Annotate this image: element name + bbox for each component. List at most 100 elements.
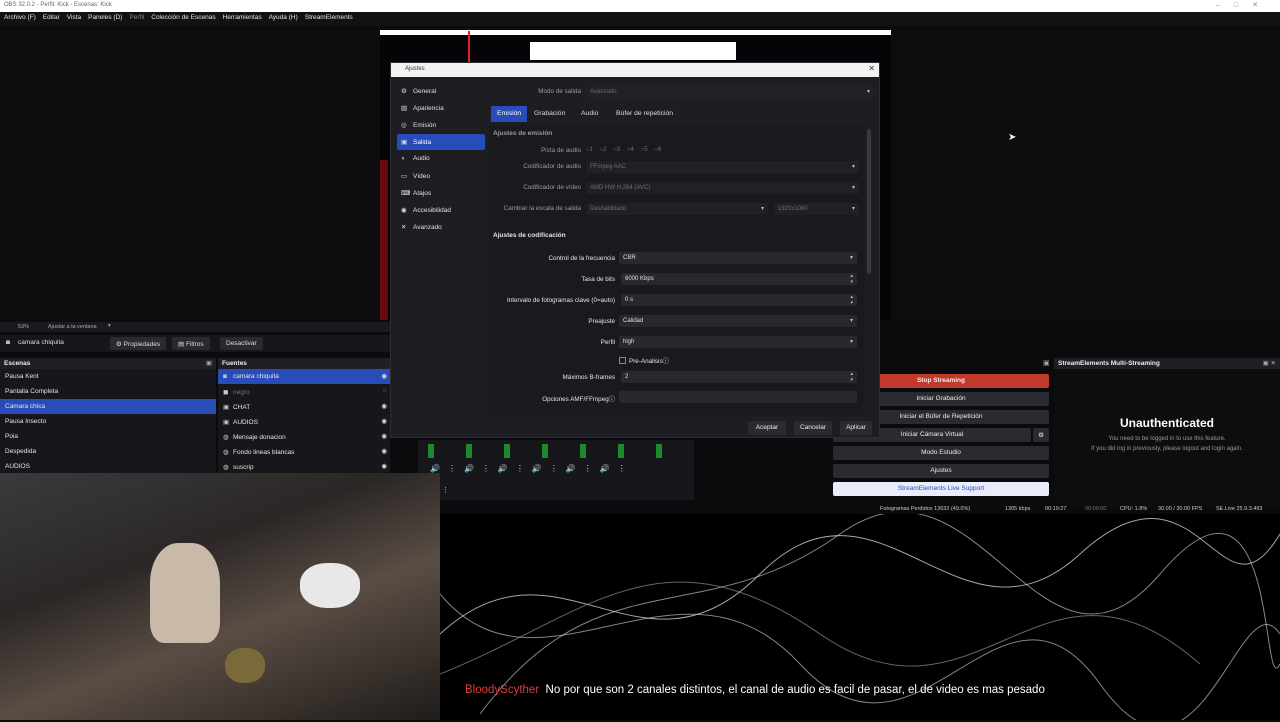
close-icon[interactable]: ✕: [868, 64, 875, 73]
bitrate-spinbox[interactable]: 6000 Kbps ▴ ▾: [621, 273, 857, 285]
scene-item[interactable]: Pausa Kent: [0, 369, 216, 384]
track-4: 4: [630, 147, 634, 153]
keyframe-spinbox[interactable]: 0 s ▴ ▾: [621, 294, 857, 306]
nav-atajos[interactable]: ⌨ Atajos: [397, 185, 485, 201]
menu-herramientas[interactable]: Herramientas: [219, 12, 265, 21]
studio-mode-button[interactable]: Modo Estudio: [833, 446, 1049, 460]
tab-grabacion[interactable]: Grabación: [528, 106, 571, 122]
properties-button[interactable]: ⚙ Propiedades: [110, 337, 167, 350]
scene-item[interactable]: Pantalla Completa: [0, 384, 216, 399]
source-item[interactable]: ▣ AUDIOS ◉: [218, 414, 390, 429]
tab-replay-buffer[interactable]: Búfer de repetición: [610, 106, 679, 122]
filters-button[interactable]: ▤ Filtros: [172, 337, 210, 350]
accept-button[interactable]: Aceptar: [748, 421, 786, 435]
eye-icon[interactable]: ◉: [381, 462, 387, 470]
nav-label: Audio: [413, 155, 430, 162]
spinner-arrows-icon[interactable]: ▴ ▾: [850, 294, 853, 306]
window-controls[interactable]: –□✕: [1216, 1, 1272, 9]
nav-apariencia[interactable]: ▧ Apariencia: [397, 100, 485, 116]
menu-editar[interactable]: Editar: [39, 12, 63, 21]
eye-icon[interactable]: ◉: [381, 372, 387, 380]
scrollbar[interactable]: [867, 129, 871, 274]
help-icon[interactable]: ⓘ: [609, 396, 615, 403]
dialog-titlebar: Ajustes ✕: [391, 63, 879, 77]
bframes-spinbox[interactable]: 2 ▴ ▾: [621, 371, 857, 383]
mixer-speaker-icons[interactable]: 🔊⋮🔊⋮🔊⋮🔊⋮🔊⋮🔊⋮: [430, 464, 634, 473]
nav-salida[interactable]: ▣ Salida: [397, 134, 485, 150]
nav-general[interactable]: ⚙ General: [397, 83, 485, 99]
sources-dock: Fuentes ◙ camara chiquita ◉ ◼ negro ◌ ▣ CHAT ◉…: [218, 358, 390, 473]
profile-select[interactable]: high ▾: [619, 336, 857, 348]
nav-avanzado[interactable]: ✕ Avanzado: [397, 219, 485, 235]
se-support-button[interactable]: StreamElements Live Support: [833, 482, 1049, 496]
menu-ayuda[interactable]: Ayuda (H): [265, 12, 301, 21]
source-item[interactable]: ◍ Mensaje donacion ◉: [218, 429, 390, 444]
tab-emision[interactable]: Emisión: [491, 106, 528, 122]
menu-vista[interactable]: Vista: [63, 12, 84, 21]
nav-accesibilidad[interactable]: ◉ Accesibilidad: [397, 202, 485, 218]
preanalysis-checkbox[interactable]: Pre-Analisisⓘ: [619, 356, 669, 365]
rescale-label: Cambiar la escala de salida: [503, 205, 581, 212]
scene-item[interactable]: AUDIOS: [0, 459, 216, 474]
menu-paneles[interactable]: Paneles (D): [84, 12, 125, 21]
filters-label: Filtros: [185, 341, 204, 348]
source-label: Mensaje donacion: [233, 434, 286, 441]
volume-meters: [428, 444, 678, 458]
menu-streamelements[interactable]: StreamElements: [301, 12, 356, 21]
nav-emision[interactable]: ◎ Emisión: [397, 117, 485, 133]
gear-icon[interactable]: ⚙: [1033, 428, 1049, 442]
dock-menu-icon[interactable]: ▣: [1043, 359, 1050, 367]
source-item[interactable]: ▣ CHAT ◉: [218, 399, 390, 414]
bitrate-status: 1305 kbps: [1005, 506, 1031, 512]
source-label: suscrip: [233, 464, 254, 471]
mixer-menu-icon[interactable]: ⋮: [442, 486, 449, 494]
nav-audio[interactable]: ◖ Audio: [397, 151, 485, 167]
rate-control-select[interactable]: CBR ▾: [619, 252, 857, 264]
eye-icon[interactable]: ◉: [381, 432, 387, 440]
dock-menu-icon[interactable]: ▣: [206, 359, 212, 367]
properties-label: Propiedades: [123, 341, 161, 348]
scene-item[interactable]: Despedida: [0, 444, 216, 459]
video-encoder-select[interactable]: AMD HW H.264 (AVC) ▾: [586, 182, 859, 194]
spinner-arrows-icon[interactable]: ▴ ▾: [850, 273, 853, 285]
audio-track-radios[interactable]: ○1 ○2 ○3 ○4 ○5 ○6: [586, 147, 661, 153]
eye-off-icon[interactable]: ◌: [383, 387, 387, 394]
menu-perfil[interactable]: Perfil: [125, 12, 147, 21]
apply-button[interactable]: Aplicar: [840, 421, 872, 435]
source-item[interactable]: ◍ suscrip ◉: [218, 459, 390, 474]
spinner-arrows-icon[interactable]: ▴ ▾: [850, 371, 853, 383]
settings-button[interactable]: Ajustes: [833, 464, 1049, 478]
deactivate-button[interactable]: Desactivar: [220, 337, 263, 350]
nav-video[interactable]: ▭ Vídeo: [397, 168, 485, 184]
preset-select[interactable]: Calidad ▾: [619, 315, 857, 327]
amf-label-text: Opciones AMF/FFmpeg: [542, 396, 609, 403]
source-item[interactable]: ◼ negro ◌: [218, 384, 390, 399]
help-icon[interactable]: ⓘ: [663, 358, 669, 365]
source-item-selected[interactable]: ◙ camara chiquita ◉: [218, 369, 390, 384]
accessibility-icon: ◉: [401, 207, 407, 214]
scene-item[interactable]: Poia: [0, 429, 216, 444]
keyframe-label: Intervalo de fotogramas clave (0=auto): [507, 297, 615, 304]
chevron-down-icon[interactable]: ▾: [108, 323, 111, 329]
menu-bar: Archivo (F) Editar Vista Paneles (D) Perfil C…: [0, 12, 1280, 26]
eye-icon[interactable]: ◉: [381, 417, 387, 425]
menu-archivo[interactable]: Archivo (F): [0, 12, 39, 21]
close-icon[interactable]: ▣ ✕: [1263, 359, 1276, 367]
checkbox-icon[interactable]: [619, 357, 626, 364]
scene-item[interactable]: Pausa Insecto: [0, 414, 216, 429]
keyboard-icon: ⌨: [401, 190, 411, 197]
rescale-res-select[interactable]: 1920x1080 ▾: [774, 203, 859, 215]
tab-audio[interactable]: Audio: [575, 106, 604, 122]
fit-window[interactable]: Ajustar a la ventana: [48, 324, 97, 330]
source-item[interactable]: ◍ Fondo lineas blancas ◉: [218, 444, 390, 459]
output-mode-select[interactable]: Avanzado ▾: [586, 86, 874, 98]
red-overlay: [380, 160, 388, 320]
audio-encoder-select[interactable]: FFmpeg AAC ▾: [586, 161, 859, 173]
eye-icon[interactable]: ◉: [381, 447, 387, 455]
menu-coleccion[interactable]: Colección de Escenas: [147, 12, 218, 21]
scene-item-selected[interactable]: Camara chica: [0, 399, 216, 414]
rescale-select[interactable]: Deshabilitado ▾: [586, 203, 768, 215]
eye-icon[interactable]: ◉: [381, 402, 387, 410]
cancel-button[interactable]: Cancelar: [794, 421, 832, 435]
amf-options-input[interactable]: [619, 391, 857, 403]
